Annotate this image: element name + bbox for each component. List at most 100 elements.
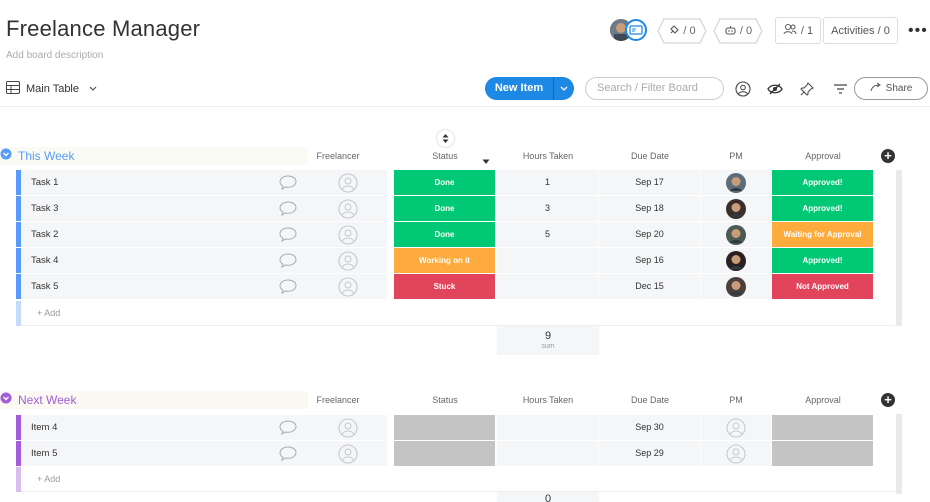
approval-cell[interactable]: Approved! [772,196,873,221]
item-name[interactable]: Task 2 [21,222,321,247]
updates-bubble-icon[interactable] [279,420,297,440]
column-header-hours[interactable]: Hours Taken [497,151,599,161]
column-header-approval[interactable]: Approval [772,395,874,405]
approval-cell[interactable]: Approved! [772,248,873,273]
members-button[interactable]: / 1 [775,17,821,44]
group-title[interactable]: Next Week [18,393,76,407]
add-item-input[interactable]: + Add [21,467,895,492]
updates-bubble-icon[interactable] [279,201,297,221]
chevron-down-icon[interactable] [554,84,574,94]
hours-cell[interactable]: 5 [497,222,598,247]
person-placeholder-icon [338,251,358,271]
updates-bubble-icon[interactable] [279,279,297,299]
due-date-cell[interactable]: Sep 16 [599,248,700,273]
due-date-cell[interactable]: Sep 20 [599,222,700,247]
column-header-due-date[interactable]: Due Date [599,395,701,405]
column-header-status[interactable]: Status [394,151,496,161]
more-menu-icon[interactable]: ••• [908,22,928,40]
approval-cell[interactable]: Approved! [772,170,873,195]
updates-bubble-icon[interactable] [279,253,297,273]
approval-cell[interactable] [772,415,873,440]
status-cell[interactable]: Done [394,222,495,247]
automations-button[interactable]: / 0 [713,18,763,44]
person-filter-icon[interactable] [734,80,752,98]
hours-cell[interactable]: 3 [497,196,598,221]
status-cell[interactable] [394,415,495,440]
column-header-pm[interactable]: PM [701,151,771,161]
add-column-icon[interactable]: + [881,149,895,163]
pm-cell[interactable] [701,170,771,195]
new-item-button[interactable]: New Item [485,77,574,100]
group-header-this-week[interactable]: This Week [0,148,74,163]
pm-cell[interactable] [701,441,771,466]
due-date-cell[interactable]: Sep 18 [599,196,700,221]
integrations-button[interactable]: / 0 [657,18,707,44]
due-date-cell[interactable]: Sep 30 [599,415,700,440]
status-cell[interactable]: Working on it [394,248,495,273]
person-placeholder-icon [338,173,358,193]
freelancer-cell[interactable] [310,196,387,221]
freelancer-cell[interactable] [310,248,387,273]
column-header-freelancer[interactable]: Freelancer [308,395,368,405]
board-description[interactable]: Add board description [6,50,103,61]
item-name[interactable]: Task 3 [21,196,321,221]
approval-cell[interactable]: Not Approved [772,274,873,299]
hours-cell[interactable] [497,415,598,440]
freelancer-cell[interactable] [310,222,387,247]
chevron-down-icon[interactable] [0,392,12,407]
item-name[interactable]: Task 1 [21,170,321,195]
updates-bubble-icon[interactable] [279,446,297,466]
add-column-icon[interactable]: + [881,393,895,407]
pm-cell[interactable] [701,248,771,273]
group-header-next-week[interactable]: Next Week [0,392,76,407]
sort-icon[interactable] [437,130,454,147]
subscribers-avatars[interactable] [610,19,647,43]
hours-cell[interactable] [497,248,598,273]
pin-icon[interactable] [798,80,816,98]
due-date-cell[interactable]: Sep 29 [599,441,700,466]
hours-cell[interactable] [497,274,598,299]
activities-button[interactable]: Activities / 0 [823,17,898,44]
column-header-pm[interactable]: PM [701,395,771,405]
item-name[interactable]: Item 4 [21,415,321,440]
group-title[interactable]: This Week [18,149,74,163]
hours-cell[interactable] [497,441,598,466]
item-name[interactable]: Item 5 [21,441,321,466]
hours-sum-label: sum [541,343,555,350]
item-name[interactable]: Task 4 [21,248,321,273]
pm-cell[interactable] [701,415,771,440]
hide-columns-icon[interactable] [766,80,784,98]
chevron-down-icon[interactable] [0,148,12,163]
share-button[interactable]: Share [854,77,928,100]
add-item-input[interactable]: + Add [21,301,895,326]
due-date-cell[interactable]: Sep 17 [599,170,700,195]
status-cell[interactable]: Stuck [394,274,495,299]
status-cell[interactable] [394,441,495,466]
column-header-status[interactable]: Status [394,395,496,405]
column-header-due-date[interactable]: Due Date [599,151,701,161]
pm-cell[interactable] [701,222,771,247]
column-header-hours[interactable]: Hours Taken [497,395,599,405]
board-title[interactable]: Freelance Manager [6,16,200,42]
approval-cell[interactable]: Waiting for Approval [772,222,873,247]
status-cell[interactable]: Done [394,196,495,221]
freelancer-cell[interactable] [310,170,387,195]
freelancer-cell[interactable] [310,274,387,299]
pm-cell[interactable] [701,196,771,221]
freelancer-cell[interactable] [310,441,387,466]
filter-icon[interactable] [831,80,849,98]
hours-cell[interactable]: 1 [497,170,598,195]
updates-bubble-icon[interactable] [279,175,297,195]
approval-cell[interactable] [772,441,873,466]
due-date-cell[interactable]: Dec 15 [599,274,700,299]
status-cell[interactable]: Done [394,170,495,195]
item-name[interactable]: Task 5 [21,274,321,299]
search-input[interactable]: Search / Filter Board [585,77,724,100]
view-selector[interactable]: Main Table [6,81,97,97]
updates-bubble-icon[interactable] [279,227,297,247]
column-header-approval[interactable]: Approval [772,151,874,161]
pm-cell[interactable] [701,274,771,299]
column-header-freelancer[interactable]: Freelancer [308,151,368,161]
caret-down-icon[interactable] [482,152,490,170]
freelancer-cell[interactable] [310,415,387,440]
